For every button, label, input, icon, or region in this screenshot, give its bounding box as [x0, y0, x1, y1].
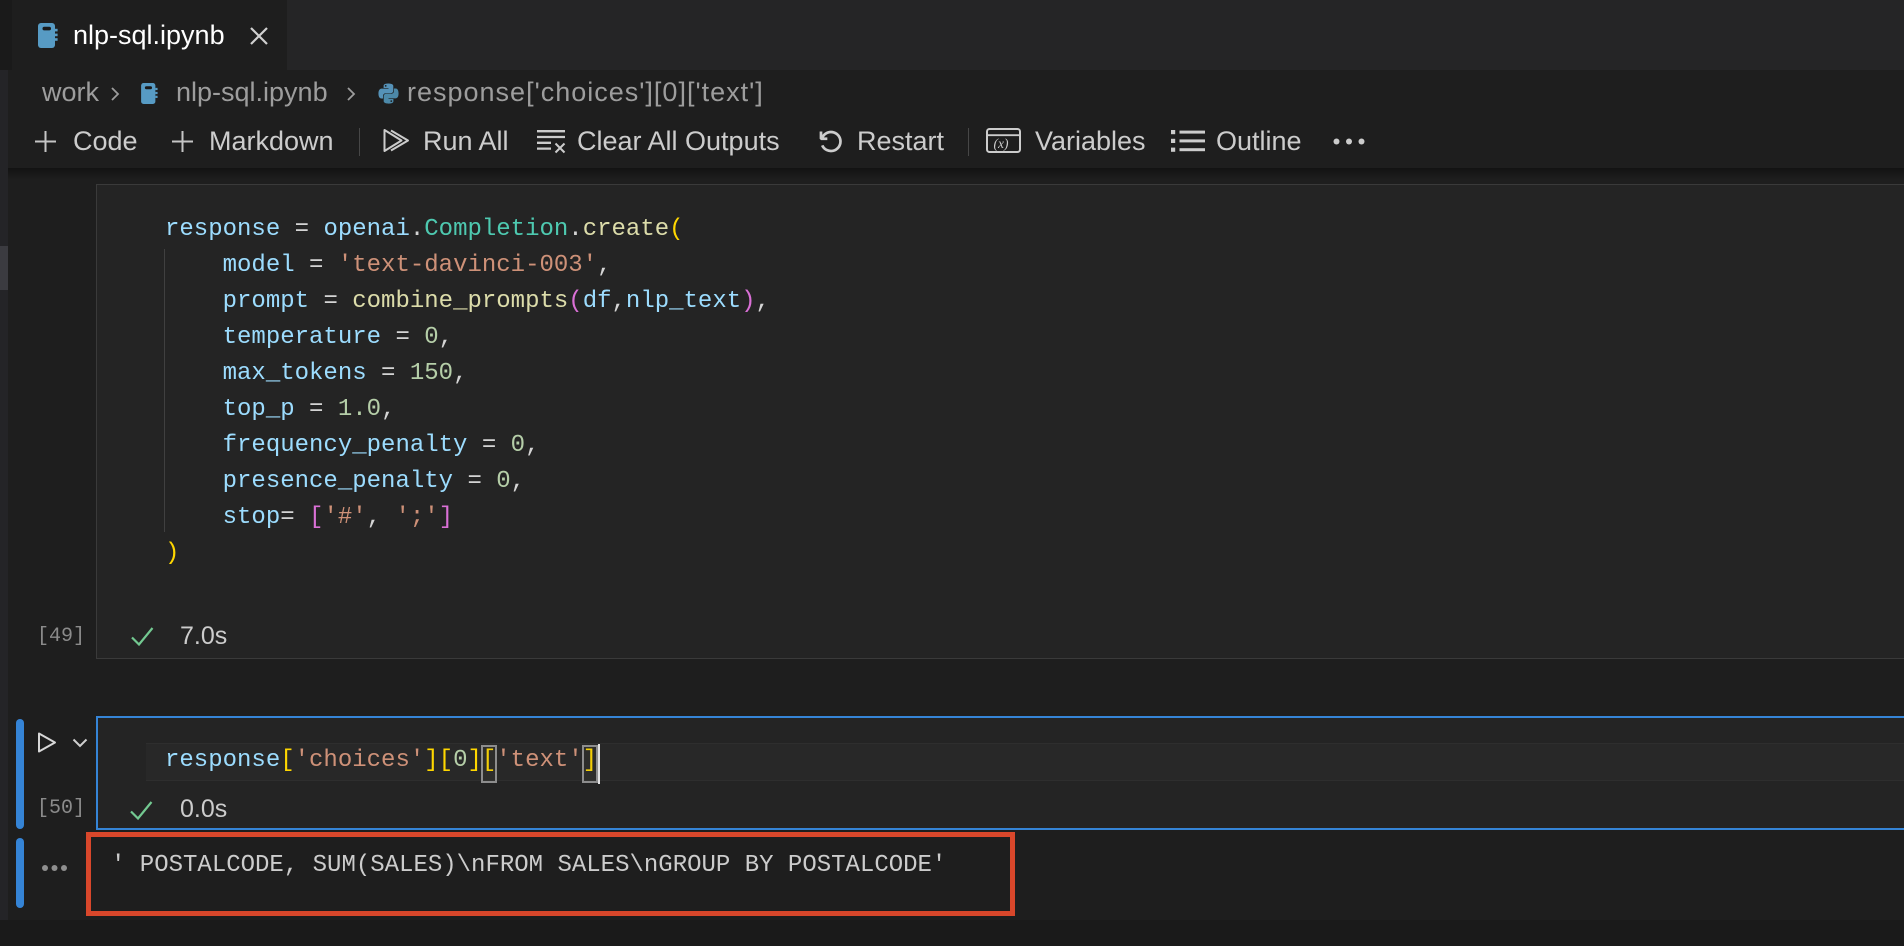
svg-text:(x): (x)	[994, 136, 1009, 151]
